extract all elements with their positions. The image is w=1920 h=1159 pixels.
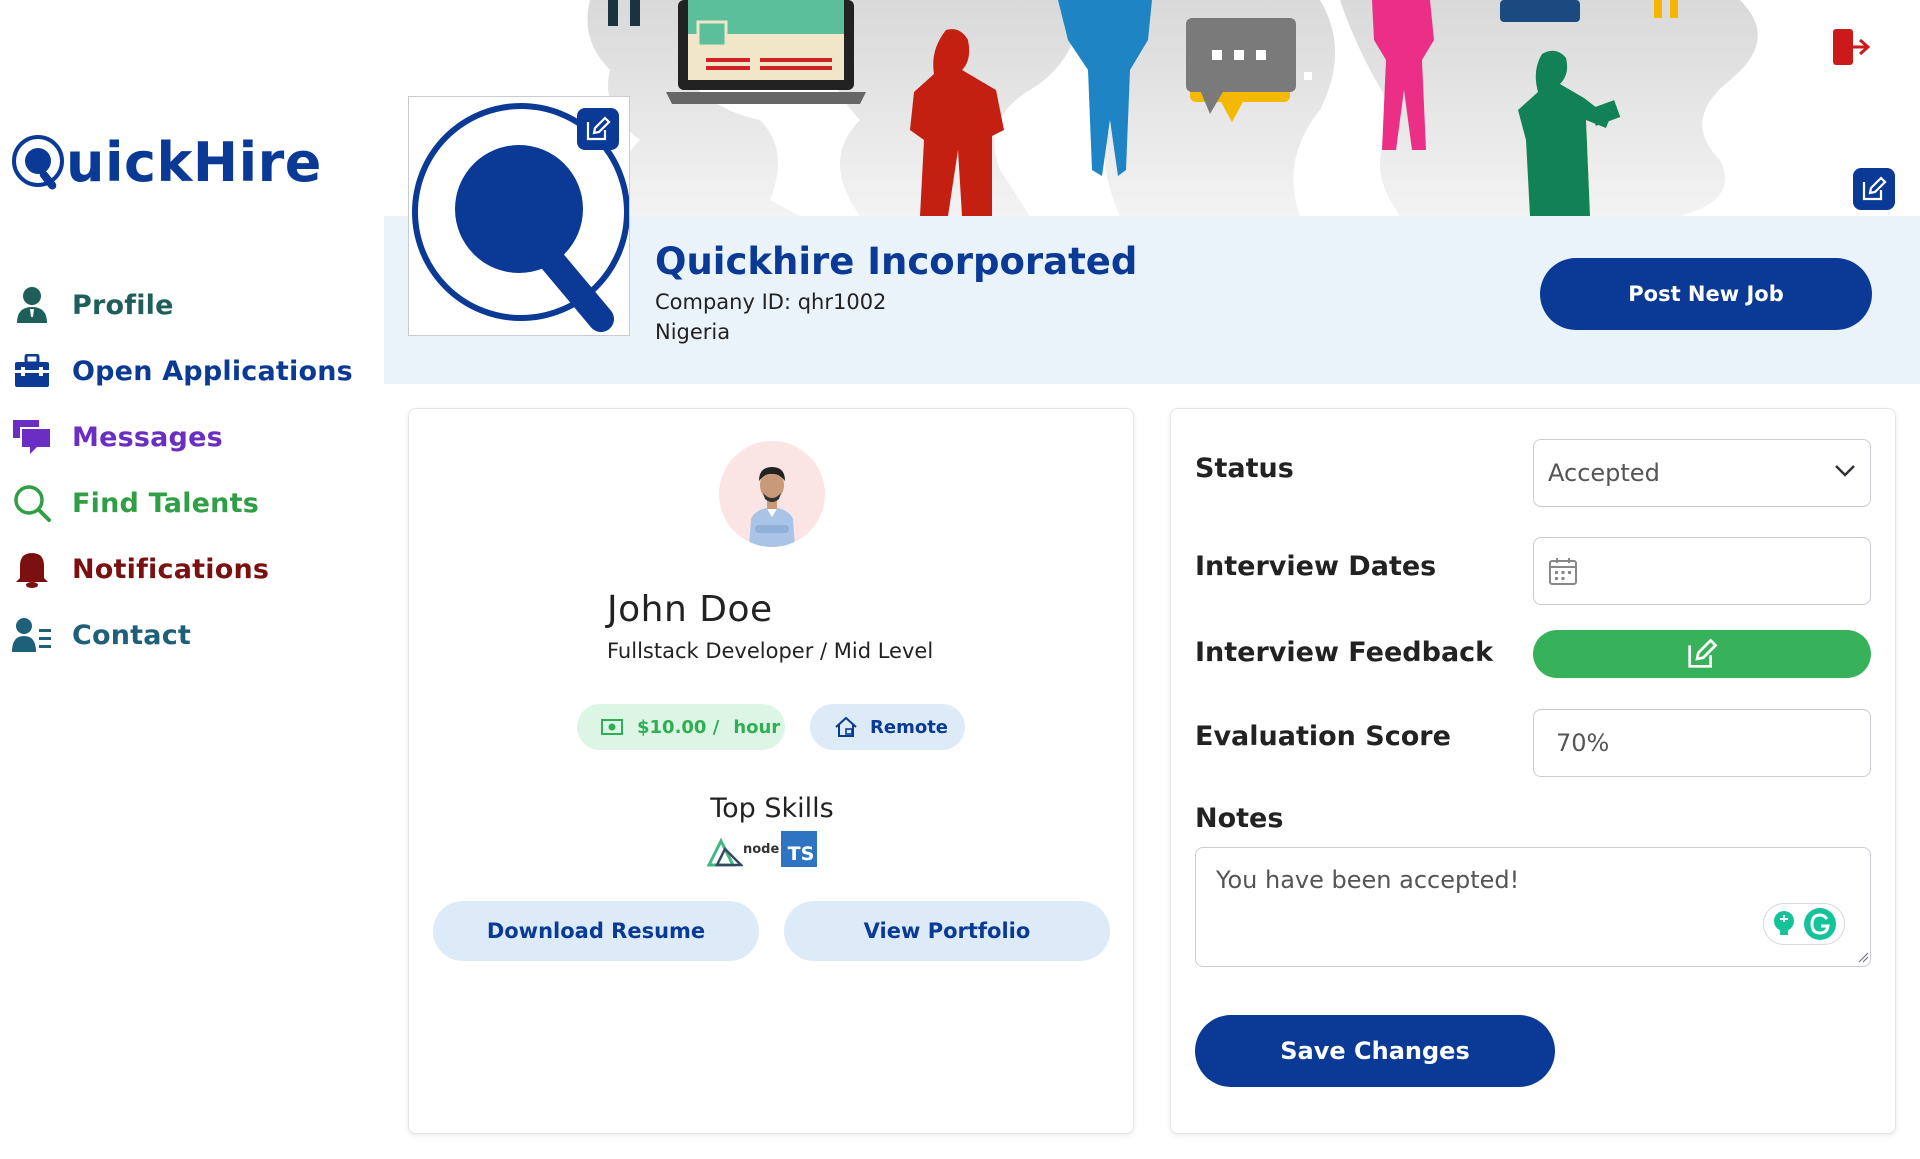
post-new-job-button[interactable]: Post New Job xyxy=(1540,258,1872,330)
edit-icon xyxy=(1688,638,1718,668)
status-select[interactable]: Accepted xyxy=(1533,439,1871,507)
grammarly-widget[interactable] xyxy=(1763,903,1845,945)
world-people-illustration xyxy=(587,0,1758,216)
nodejs-icon: node xyxy=(743,842,780,857)
logout-icon[interactable] xyxy=(1830,26,1872,68)
status-label: Status xyxy=(1195,453,1294,484)
sidebar-item-open-applications[interactable]: Open Applications xyxy=(12,338,353,404)
logo-q-mark xyxy=(12,133,70,192)
skills-list: node TS xyxy=(707,831,818,867)
avatar xyxy=(719,441,825,547)
sidebar-item-label: Contact xyxy=(72,619,192,651)
chat-bubbles-icon xyxy=(12,417,52,457)
work-mode: Remote xyxy=(870,716,949,738)
sidebar-item-find-talents[interactable]: Find Talents xyxy=(12,470,353,536)
company-cover-banner xyxy=(560,0,1820,216)
sidebar-item-messages[interactable]: Messages xyxy=(12,404,353,470)
candidate-role: Fullstack Developer / Mid Level xyxy=(607,639,934,663)
view-portfolio-button[interactable]: View Portfolio xyxy=(784,901,1110,961)
edit-icon xyxy=(586,116,611,141)
download-resume-button[interactable]: Download Resume xyxy=(433,901,759,961)
lightbulb-icon xyxy=(1774,911,1794,935)
sidebar-item-profile[interactable]: Profile xyxy=(12,272,353,338)
sidebar-item-label: Messages xyxy=(72,421,223,453)
calendar-icon xyxy=(1549,558,1577,585)
search-icon xyxy=(12,483,52,523)
contact-list-icon xyxy=(12,615,52,655)
rate-unit: hour xyxy=(733,716,781,738)
top-skills-title: Top Skills xyxy=(710,793,834,824)
notes-label: Notes xyxy=(1195,803,1284,834)
cash-icon xyxy=(601,719,623,735)
sidebar-item-label: Find Talents xyxy=(72,487,259,519)
sidebar-item-label: Notifications xyxy=(72,553,270,585)
company-name: Quickhire Incorporated xyxy=(655,240,1138,283)
quickhire-logo[interactable]: uickHire xyxy=(12,128,322,196)
interview-dates-label: Interview Dates xyxy=(1195,551,1437,582)
application-form-card: Status Accepted Interview Dates Intervie… xyxy=(1170,408,1896,1134)
edit-banner-button[interactable] xyxy=(1853,168,1895,210)
candidate-card: John Doe Fullstack Developer / Mid Level… xyxy=(408,408,1134,1134)
status-value: Accepted xyxy=(1548,459,1660,487)
evaluation-score-field[interactable]: 70% xyxy=(1533,709,1871,777)
edit-logo-button[interactable] xyxy=(577,108,619,150)
logo-wordmark: uickHire xyxy=(66,130,322,194)
sidebar-item-contact[interactable]: Contact xyxy=(12,602,353,668)
chevron-down-icon xyxy=(1835,465,1855,477)
interview-feedback-button[interactable] xyxy=(1533,630,1871,678)
user-icon xyxy=(12,285,52,325)
interview-feedback-label: Interview Feedback xyxy=(1195,637,1494,668)
interview-dates-picker[interactable] xyxy=(1533,537,1871,605)
vue-icon xyxy=(707,837,743,867)
typescript-icon: TS xyxy=(781,831,818,867)
work-mode-badge: Remote xyxy=(810,704,965,750)
resize-handle-icon[interactable] xyxy=(1857,951,1869,963)
bell-icon xyxy=(12,549,52,589)
candidate-name: John Doe xyxy=(607,589,773,630)
sidebar-item-label: Profile xyxy=(72,289,174,321)
edit-icon xyxy=(1862,176,1887,201)
hourly-rate-badge: $10.00 / hour xyxy=(577,704,785,750)
home-icon xyxy=(835,716,857,737)
briefcase-icon xyxy=(12,351,52,391)
grammarly-icon xyxy=(1804,908,1836,940)
rate-value: $10.00 / xyxy=(637,716,720,738)
company-country: Nigeria xyxy=(655,320,731,344)
save-changes-button[interactable]: Save Changes xyxy=(1195,1015,1555,1087)
sidebar-item-label: Open Applications xyxy=(72,355,353,387)
evaluation-score-value: 70% xyxy=(1556,729,1610,757)
company-id: Company ID: qhr1002 xyxy=(655,290,887,314)
sidebar-item-notifications[interactable]: Notifications xyxy=(12,536,353,602)
evaluation-score-label: Evaluation Score xyxy=(1195,721,1451,752)
sidebar-nav: Profile Open Applications Messages Find … xyxy=(12,272,353,668)
